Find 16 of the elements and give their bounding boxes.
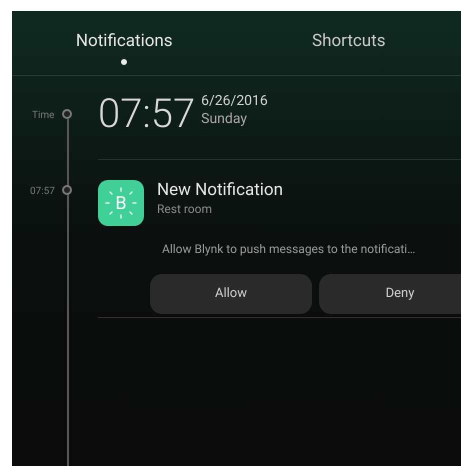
date-text: 6/26/2016 bbox=[201, 93, 268, 110]
timeline-label: Time bbox=[32, 109, 54, 123]
notification-message: Allow Blynk to push messages to the notificati… bbox=[162, 241, 416, 258]
action-button[interactable]: Allow bbox=[150, 274, 312, 314]
timeline-node-icon bbox=[62, 109, 72, 119]
timeline-label: 07:57 bbox=[30, 185, 55, 199]
rays-icon bbox=[105, 187, 137, 219]
notification-title: New Notification bbox=[157, 180, 283, 202]
notification-subtitle: Rest room bbox=[157, 202, 214, 218]
clock-time: 07:57 bbox=[98, 94, 196, 134]
tab[interactable]: Shortcuts bbox=[236, 11, 461, 75]
weekday-text: Sunday bbox=[201, 110, 248, 128]
tab[interactable]: Notifications bbox=[12, 11, 236, 75]
timeline-node-icon bbox=[62, 185, 72, 195]
action-button[interactable]: Deny bbox=[319, 274, 461, 314]
app-icon: B bbox=[98, 180, 144, 226]
